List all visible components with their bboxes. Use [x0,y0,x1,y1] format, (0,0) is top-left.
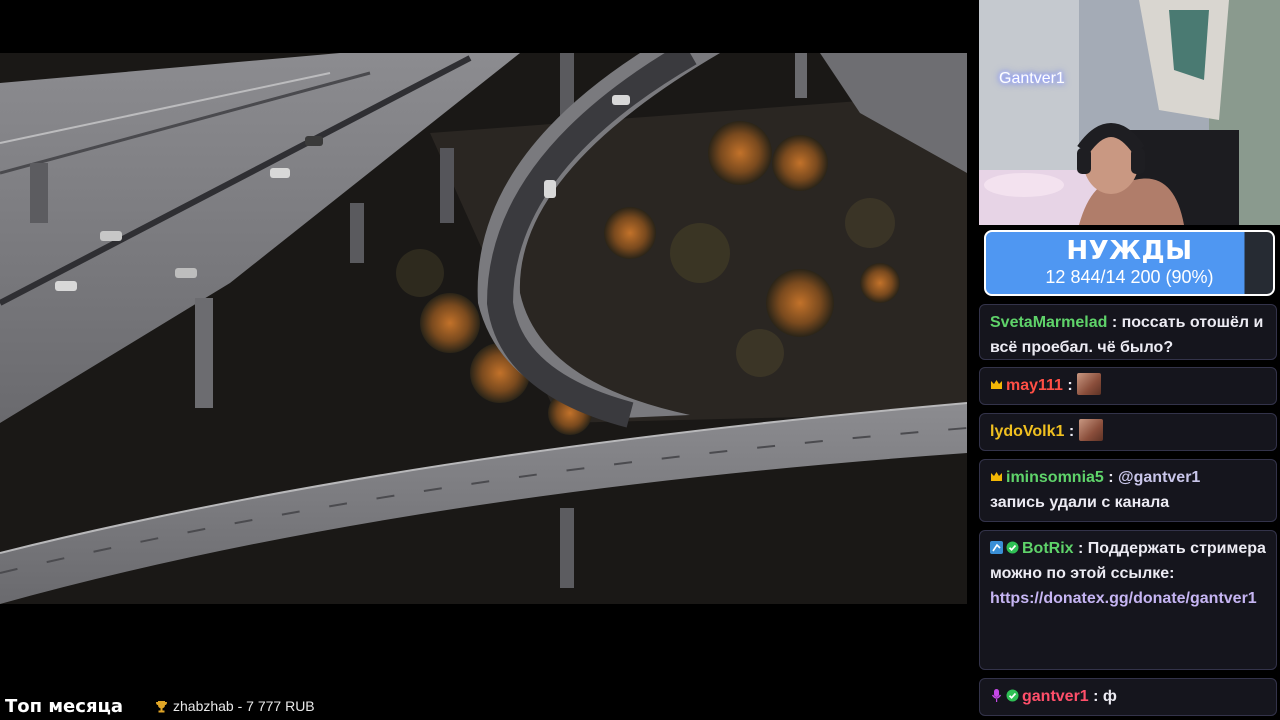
webcam-name-overlay: Gantver1 [999,70,1065,87]
chat-nick[interactable]: gantver1 [1022,688,1089,705]
chat-separator: : [1062,377,1078,394]
goal-progress-text: 12 844/14 200 (90%) [1045,267,1214,287]
chat-emote [1078,419,1103,441]
crown-icon [991,472,1002,481]
chat-separator: : [1088,688,1103,705]
chat-nick[interactable]: iminsomnia5 [1006,469,1104,486]
chat-nick[interactable]: BotRix [1022,540,1074,557]
chat-separator: : [1103,469,1119,486]
chat-message: SvetaMarmelad : поссать отошёл и всё про… [979,304,1277,360]
top-donor-text: zhabzhab - 7 777 RUB [173,698,315,714]
stream-video [0,53,967,604]
chat-message: may111 : [979,367,1277,405]
top-month-label: Топ месяца [5,696,123,717]
top-donors-bar: Топ месяца zhabzhab - 7 777 RUB [0,694,979,720]
verified-icon [1006,689,1019,702]
chat-emote [1077,373,1102,395]
chat-separator: : [1107,314,1122,331]
webcam-feed: Gantver1 [979,0,1280,225]
chat-separator: : [1064,423,1079,440]
mic-icon [991,689,1002,702]
goal-title: НУЖДЫ [1066,236,1193,266]
chat-message: BotRix : Поддержать стримера можно по эт… [979,530,1277,670]
chat-message: gantver1 : ф [979,678,1277,716]
chat-text: ф [1102,688,1117,705]
donation-goal: НУЖДЫ 12 844/14 200 (90%) [984,230,1275,296]
bot-icon [990,541,1003,554]
chat-separator: : [1073,540,1088,557]
trophy-icon [156,701,167,713]
verified-icon [1006,541,1019,554]
crown-icon [991,380,1002,389]
webcam-scene [979,0,1280,225]
chat-text: запись удали с канала [990,494,1170,511]
chat-nick[interactable]: may111 [1006,377,1063,394]
chat-nick[interactable]: lydoVolk1 [990,423,1064,440]
chat-mention[interactable]: @gantver1 [1118,469,1200,486]
chat-message: iminsomnia5 : @gantver1 запись удали с ка… [979,459,1277,522]
highway-scene [0,53,967,604]
chat-nick[interactable]: SvetaMarmelad [990,314,1107,331]
chat-link[interactable]: https://donatex.gg/donate/gantver1 [990,590,1257,607]
chat-message: lydoVolk1 : [979,413,1277,451]
